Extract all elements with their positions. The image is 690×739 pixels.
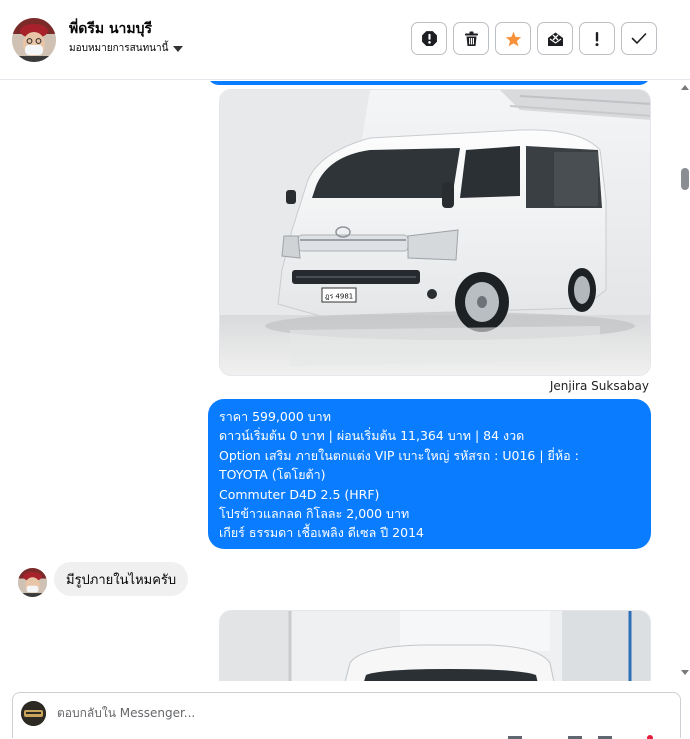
message-line: TOYOTA (โตโยต้า)	[219, 467, 326, 483]
conversation-header: พี่ดรีม นามบุรี มอบหมายการสนทนานี้	[0, 0, 690, 80]
mark-done-button[interactable]	[621, 22, 657, 55]
assign-conversation-dropdown[interactable]: มอบหมายการสนทนานี้	[69, 41, 184, 56]
contact-name: พี่ดรีม นามบุรี	[69, 21, 153, 37]
incoming-message-bubble[interactable]: มีรูปภายในไหมครับ	[54, 562, 189, 596]
star-icon	[505, 31, 521, 46]
scroll-up-arrow-icon[interactable]	[681, 85, 689, 90]
van-photo-attachment-2[interactable]	[219, 610, 651, 681]
message-line: Option เสริม ภายในตกแต่ง VIP เบาะใหญ่ รห…	[219, 447, 579, 463]
scroll-down-arrow-icon[interactable]	[681, 670, 689, 675]
mark-unread-button[interactable]	[537, 22, 573, 55]
conversation-actions	[411, 22, 657, 55]
outgoing-message-bubble[interactable]: ราคา 599,000 บาท ดาวน์เริ่มต้น 0 บาท | ผ…	[208, 399, 651, 549]
page-avatar	[21, 701, 46, 726]
star-button[interactable]	[495, 22, 531, 55]
message-line: ดาวน์เริ่มต้น 0 บาท | ผ่อนเริ่มต้น 11,36…	[219, 428, 525, 444]
trash-icon	[464, 31, 478, 46]
mark-spam-button[interactable]	[411, 22, 447, 55]
check-icon	[631, 33, 647, 44]
message-line: โปรข้าวแลกลด กิโลละ 2,000 บาท	[219, 506, 410, 522]
reply-input[interactable]	[57, 702, 657, 724]
van-license-plate: ฎร 4981	[325, 293, 354, 301]
caret-down-icon	[173, 45, 184, 52]
reply-composer	[12, 692, 681, 739]
van-photo-attachment[interactable]: ฎร 4981	[219, 89, 651, 376]
composer-toolbar-icons	[508, 735, 653, 739]
alert-octagon-icon	[421, 31, 437, 46]
contact-avatar-small[interactable]	[18, 568, 47, 597]
sender-name: Jenjira Suksabay	[549, 379, 649, 393]
thread-scrollbar[interactable]	[680, 81, 690, 681]
envelope-x-icon	[547, 32, 563, 46]
previous-message-bubble	[207, 81, 651, 85]
delete-button[interactable]	[453, 22, 489, 55]
scrollbar-thumb[interactable]	[681, 168, 689, 190]
message-line: ราคา 599,000 บาท	[219, 409, 331, 424]
exclamation-icon	[595, 31, 599, 46]
follow-up-button[interactable]	[579, 22, 615, 55]
message-thread[interactable]: ฎร 4981 Jenjira Suksabay ราคา 599,000 บา…	[0, 81, 680, 681]
assign-label: มอบหมายการสนทนานี้	[69, 43, 169, 54]
message-line: เกียร์ ธรรมดา เชื้อเพลิง ดีเซล ปี 2014	[219, 525, 424, 541]
contact-avatar[interactable]	[12, 18, 56, 62]
message-line: Commuter D4D 2.5 (HRF)	[219, 486, 380, 502]
